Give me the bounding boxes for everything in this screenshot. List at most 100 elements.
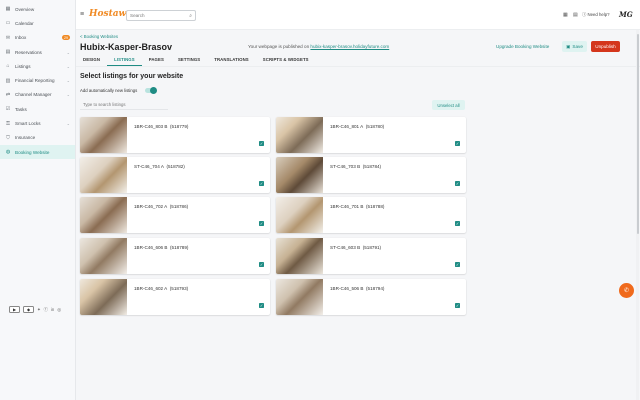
- tabs-divider: [76, 66, 640, 67]
- listing-card[interactable]: 1BR-C46_506 B (518794) ✓: [276, 279, 466, 315]
- google-play-icon[interactable]: ▶: [9, 306, 20, 313]
- sidebar-item-booking-website[interactable]: ◍ Booking Website: [0, 144, 75, 160]
- listing-search-placeholder: Type to search listings: [83, 102, 126, 107]
- listing-card[interactable]: ST-C46_703 B (518784) ✓: [276, 157, 466, 193]
- listing-photo: [80, 117, 127, 153]
- published-link[interactable]: hubix-kasper-brasov.holidayfuture.com: [310, 44, 389, 49]
- tab-pages[interactable]: PAGES: [142, 57, 171, 66]
- avatar[interactable]: MG: [619, 10, 633, 19]
- listing-search-input[interactable]: Type to search listings: [80, 100, 168, 110]
- search-input[interactable]: Search ⌕: [126, 10, 196, 21]
- chat-icon: ✆: [623, 288, 630, 294]
- sidebar-item-label: Insurance: [15, 135, 36, 141]
- inbox-badge: 29: [62, 35, 70, 41]
- sidebar-item-inbox[interactable]: ✉ Inbox 29: [0, 31, 75, 45]
- home-icon: ⌂: [6, 63, 10, 70]
- listing-photo: [276, 238, 323, 274]
- auto-add-toggle[interactable]: [145, 87, 157, 94]
- sidebar-item-channel-manager[interactable]: ⇄ Channel Manager ⌄: [0, 88, 75, 102]
- section-title: Select listings for your website: [80, 73, 184, 80]
- sidebar-item-smart-locks[interactable]: ⚿ Smart Locks ⌄: [0, 116, 75, 130]
- listing-checkbox[interactable]: ✓: [259, 221, 264, 226]
- tab-listings[interactable]: LISTINGS: [107, 57, 142, 66]
- facebook-icon[interactable]: ⓕ: [44, 307, 48, 313]
- breadcrumb[interactable]: < Booking Websites: [80, 34, 118, 39]
- menu-icon[interactable]: ≡: [80, 11, 84, 18]
- listing-photo: [276, 279, 323, 315]
- listing-name: 1BR-C46_701 B (518788): [330, 204, 385, 209]
- sidebar-item-label: Listings: [15, 63, 31, 69]
- shield-icon: ⛉: [6, 134, 10, 141]
- apple-store-icon[interactable]: ◆: [23, 306, 34, 313]
- listing-photo: [276, 117, 323, 153]
- listing-name: 1BR-C46_506 B (518794): [330, 286, 385, 291]
- listing-checkbox[interactable]: ✓: [455, 181, 460, 186]
- listing-card[interactable]: 1BR-C46_701 B (518788) ✓: [276, 197, 466, 233]
- save-button[interactable]: ▣ Save: [562, 41, 587, 52]
- listing-photo: [276, 197, 323, 233]
- sidebar-item-label: Inbox: [15, 35, 27, 41]
- tab-translations[interactable]: TRANSLATIONS: [207, 57, 256, 66]
- listing-checkbox[interactable]: ✓: [259, 262, 264, 267]
- sidebar-item-listings[interactable]: ⌂ Listings ⌄: [0, 59, 75, 73]
- sidebar-item-overview[interactable]: ▦ Overview: [0, 2, 75, 16]
- sidebar-item-label: Booking Website: [15, 149, 50, 155]
- tab-scripts-widgets[interactable]: SCRIPTS & WIDGETS: [256, 57, 316, 66]
- reservations-icon: ▤: [5, 49, 11, 56]
- listing-checkbox[interactable]: ✓: [455, 141, 460, 146]
- chevron-down-icon: ⌄: [66, 63, 70, 69]
- tab-design[interactable]: DESIGN: [76, 57, 107, 66]
- notification-icon[interactable]: ▤: [573, 12, 578, 18]
- listing-photo: [80, 238, 127, 274]
- published-notice: Your webpage is published on hubix-kaspe…: [248, 44, 389, 49]
- listing-card[interactable]: 1BR-C46_606 B (518789) ✓: [80, 238, 270, 274]
- auto-add-label: Add automatically new listings: [80, 88, 138, 93]
- listing-checkbox[interactable]: ✓: [455, 262, 460, 267]
- tasks-icon: ☑: [5, 106, 11, 113]
- listing-name: 1BR-C46_801 A (518780): [330, 124, 385, 129]
- listing-photo: [276, 157, 323, 193]
- help-label: Need help?: [587, 12, 610, 17]
- upgrade-button[interactable]: Upgrade Booking Website: [496, 44, 549, 49]
- scrollbar[interactable]: [636, 30, 639, 400]
- sidebar: ▦ Overview ▭ Calendar ✉ Inbox 29 ▤ Reservatio…: [0, 0, 76, 400]
- listing-checkbox[interactable]: ✓: [455, 303, 460, 308]
- listing-checkbox[interactable]: ✓: [259, 141, 264, 146]
- top-bar: ≡ Hostaway Search ⌕ ▦ ▤ ⓘ Need help? MG: [76, 0, 640, 30]
- chat-button[interactable]: ✆: [619, 283, 634, 298]
- listing-card[interactable]: 1BR-C46_801 A (518780) ✓: [276, 117, 466, 153]
- calendar-icon[interactable]: ▦: [563, 12, 568, 18]
- listing-checkbox[interactable]: ✓: [259, 181, 264, 186]
- sidebar-item-tasks[interactable]: ☑ Tasks: [0, 102, 75, 116]
- chevron-down-icon: ⌄: [66, 121, 70, 127]
- listing-checkbox[interactable]: ✓: [259, 303, 264, 308]
- globe-icon: ◍: [5, 149, 11, 156]
- twitter-icon[interactable]: ✦: [37, 307, 41, 313]
- listing-name: 1BR-C46_702 A (518786): [134, 204, 189, 209]
- sidebar-item-insurance[interactable]: ⛉ Insurance: [0, 131, 75, 145]
- unselect-all-button[interactable]: Unselect all: [432, 100, 465, 110]
- listing-photo: [80, 197, 127, 233]
- help-link[interactable]: ⓘ Need help?: [582, 12, 609, 18]
- sidebar-item-financial-reporting[interactable]: ▥ Financial Reporting ⌄: [0, 73, 75, 87]
- instagram-icon[interactable]: ◎: [57, 307, 61, 313]
- sidebar-item-label: Calendar: [15, 20, 34, 26]
- search-icon: ⌕: [189, 13, 192, 19]
- listing-card[interactable]: ST-C46_603 B (518791) ✓: [276, 238, 466, 274]
- calendar-icon: ▭: [5, 20, 11, 27]
- listing-card[interactable]: ST-C46_704 A (518782) ✓: [80, 157, 270, 193]
- listing-card[interactable]: 1BR-C46_602 A (518793) ✓: [80, 279, 270, 315]
- sidebar-item-calendar[interactable]: ▭ Calendar: [0, 16, 75, 30]
- sidebar-item-label: Tasks: [15, 106, 27, 112]
- listing-checkbox[interactable]: ✓: [455, 221, 460, 226]
- tab-settings[interactable]: SETTINGS: [171, 57, 207, 66]
- linkedin-icon[interactable]: in: [51, 307, 54, 312]
- listing-card[interactable]: 1BR-C46_803 B (518779) ✓: [80, 117, 270, 153]
- chart-icon: ▥: [5, 77, 11, 84]
- unpublish-button[interactable]: Unpublish: [591, 41, 620, 52]
- chevron-down-icon: ⌄: [66, 92, 70, 98]
- sidebar-item-label: Channel Manager: [15, 92, 52, 98]
- listing-card[interactable]: 1BR-C46_702 A (518786) ✓: [80, 197, 270, 233]
- sidebar-item-label: Overview: [15, 6, 35, 12]
- sidebar-item-reservations[interactable]: ▤ Reservations ⌄: [0, 45, 75, 59]
